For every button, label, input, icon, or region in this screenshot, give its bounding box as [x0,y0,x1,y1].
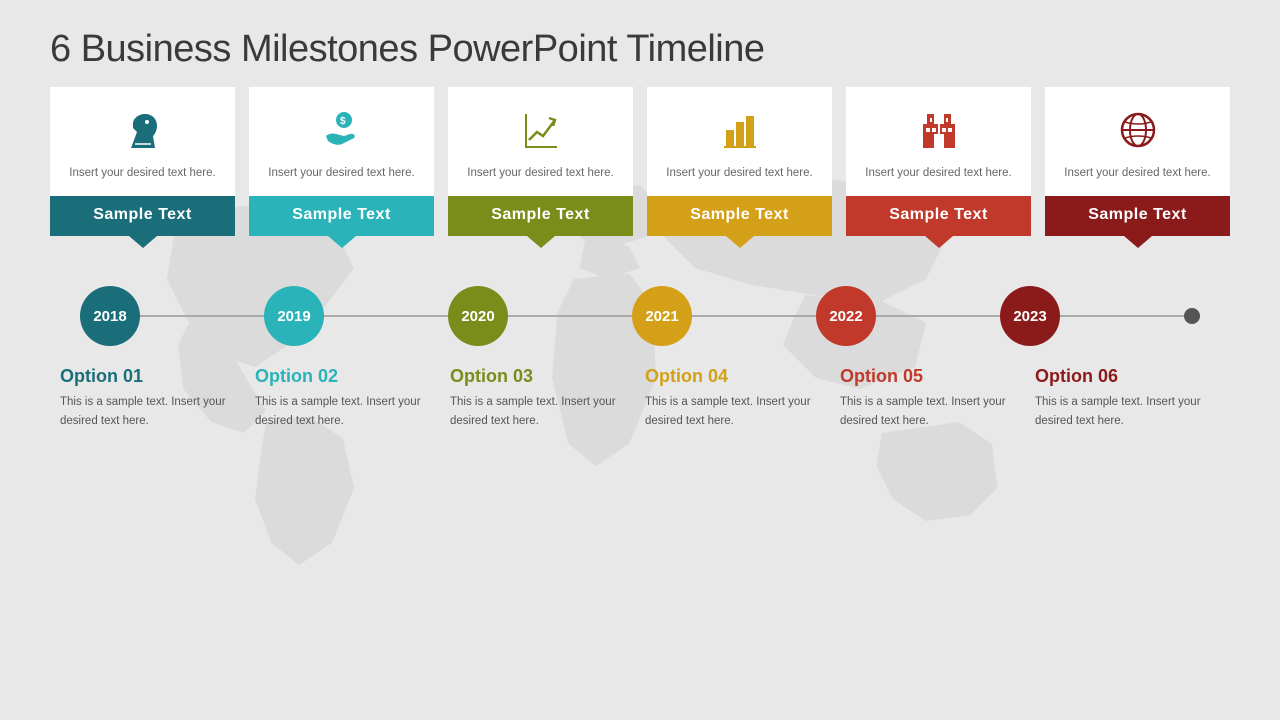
option-item-4: Option 04 This is a sample text. Insert … [645,366,830,430]
card-label-2: Sample Text [249,196,434,236]
option-item-6: Option 06 This is a sample text. Insert … [1035,366,1220,430]
card-6: Insert your desired text here. Sample Te… [1045,87,1230,236]
option-title-4: Option 04 [645,366,830,387]
card-label-wrapper-4: Sample Text [647,196,832,236]
option-item-3: Option 03 This is a sample text. Insert … [450,366,635,430]
card-icon-5 [919,105,959,155]
option-text-1: This is a sample text. Insert your desir… [60,393,245,430]
option-item-1: Option 01 This is a sample text. Insert … [60,366,245,430]
cards-row: Insert your desired text here. Sample Te… [30,87,1250,236]
card-body-text-2: Insert your desired text here. [268,165,414,182]
card-4: Insert your desired text here. Sample Te… [647,87,832,236]
timeline-dot-4: 2021 [632,286,692,346]
timeline-dot-3: 2020 [448,286,508,346]
card-label-4: Sample Text [647,196,832,236]
card-icon-1 [123,105,163,155]
card-label-5: Sample Text [846,196,1031,236]
option-text-5: This is a sample text. Insert your desir… [840,393,1025,430]
option-title-6: Option 06 [1035,366,1220,387]
card-body-text-3: Insert your desired text here. [467,165,613,182]
card-label-wrapper-2: Sample Text [249,196,434,236]
card-2: $ Insert your desired text here. Sample … [249,87,434,236]
card-body-text-6: Insert your desired text here. [1064,165,1210,182]
card-body-text-5: Insert your desired text here. [865,165,1011,182]
option-text-2: This is a sample text. Insert your desir… [255,393,440,430]
timeline-end-dot [1184,308,1200,324]
option-item-5: Option 05 This is a sample text. Insert … [840,366,1025,430]
card-3: Insert your desired text here. Sample Te… [448,87,633,236]
option-title-5: Option 05 [840,366,1025,387]
option-text-6: This is a sample text. Insert your desir… [1035,393,1220,430]
option-title-2: Option 02 [255,366,440,387]
card-icon-6 [1118,105,1158,155]
card-label-wrapper-5: Sample Text [846,196,1031,236]
card-1: Insert your desired text here. Sample Te… [50,87,235,236]
card-icon-2: $ [322,105,362,155]
option-text-3: This is a sample text. Insert your desir… [450,393,635,430]
option-text-4: This is a sample text. Insert your desir… [645,393,830,430]
card-label-wrapper-3: Sample Text [448,196,633,236]
card-label-3: Sample Text [448,196,633,236]
card-5: Insert your desired text here. Sample Te… [846,87,1031,236]
card-label-6: Sample Text [1045,196,1230,236]
option-title-3: Option 03 [450,366,635,387]
card-label-1: Sample Text [50,196,235,236]
timeline-dot-2: 2019 [264,286,324,346]
content-area: Insert your desired text here. Sample Te… [0,87,1280,430]
card-label-wrapper-1: Sample Text [50,196,235,236]
timeline-dot-1: 2018 [80,286,140,346]
timeline-dot-5: 2022 [816,286,876,346]
timeline-dot-6: 2023 [1000,286,1060,346]
card-icon-3 [521,105,561,155]
page-title: 6 Business Milestones PowerPoint Timelin… [0,0,1280,87]
card-label-wrapper-6: Sample Text [1045,196,1230,236]
options-row: Option 01 This is a sample text. Insert … [30,346,1250,430]
option-title-1: Option 01 [60,366,245,387]
option-item-2: Option 02 This is a sample text. Insert … [255,366,440,430]
svg-text:$: $ [340,116,346,127]
timeline-row: 2018 2019 2020 2021 2022 2023 [30,286,1250,346]
card-body-text-4: Insert your desired text here. [666,165,812,182]
card-icon-4 [720,105,760,155]
card-body-text-1: Insert your desired text here. [69,165,215,182]
